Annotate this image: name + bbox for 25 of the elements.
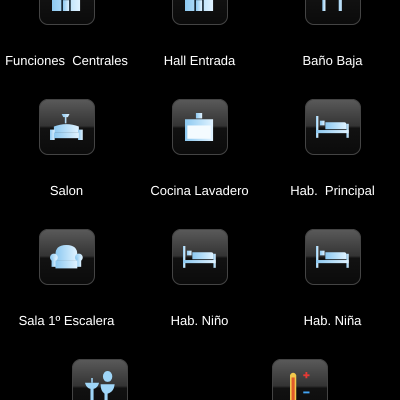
- bed-icon: [316, 116, 349, 138]
- room-tile[interactable]: [38, 229, 94, 285]
- bed-icon: [183, 246, 216, 268]
- room-label: Sala 1º Escalera: [18, 313, 114, 329]
- room-tile[interactable]: [172, 99, 228, 155]
- room-label: Hab. Niño: [170, 313, 228, 329]
- room-tile[interactable]: [272, 359, 328, 400]
- room-label: Hab. Principal: [290, 183, 375, 199]
- stove-icon: [185, 112, 214, 142]
- room-tile[interactable]: [38, 99, 94, 155]
- room-tile[interactable]: [72, 359, 128, 400]
- room-label: Funciones Centrales: [5, 53, 128, 69]
- room-tile[interactable]: [172, 229, 228, 285]
- bed-icon: [316, 246, 349, 268]
- room-label: Baño Baja: [302, 53, 362, 69]
- sink-toilet-icon: [85, 370, 115, 400]
- room-tile[interactable]: [304, 99, 360, 155]
- room-tile[interactable]: [304, 229, 360, 285]
- sofa-icon: [50, 114, 83, 140]
- room-label: Salon: [50, 183, 84, 199]
- room-label: Hab. Niña: [304, 313, 362, 329]
- room-label: Cocina Lavadero: [150, 183, 249, 199]
- thermometer-icon: [290, 372, 310, 400]
- armchair-icon: [50, 245, 83, 269]
- room-label: Hall Entrada: [164, 53, 236, 69]
